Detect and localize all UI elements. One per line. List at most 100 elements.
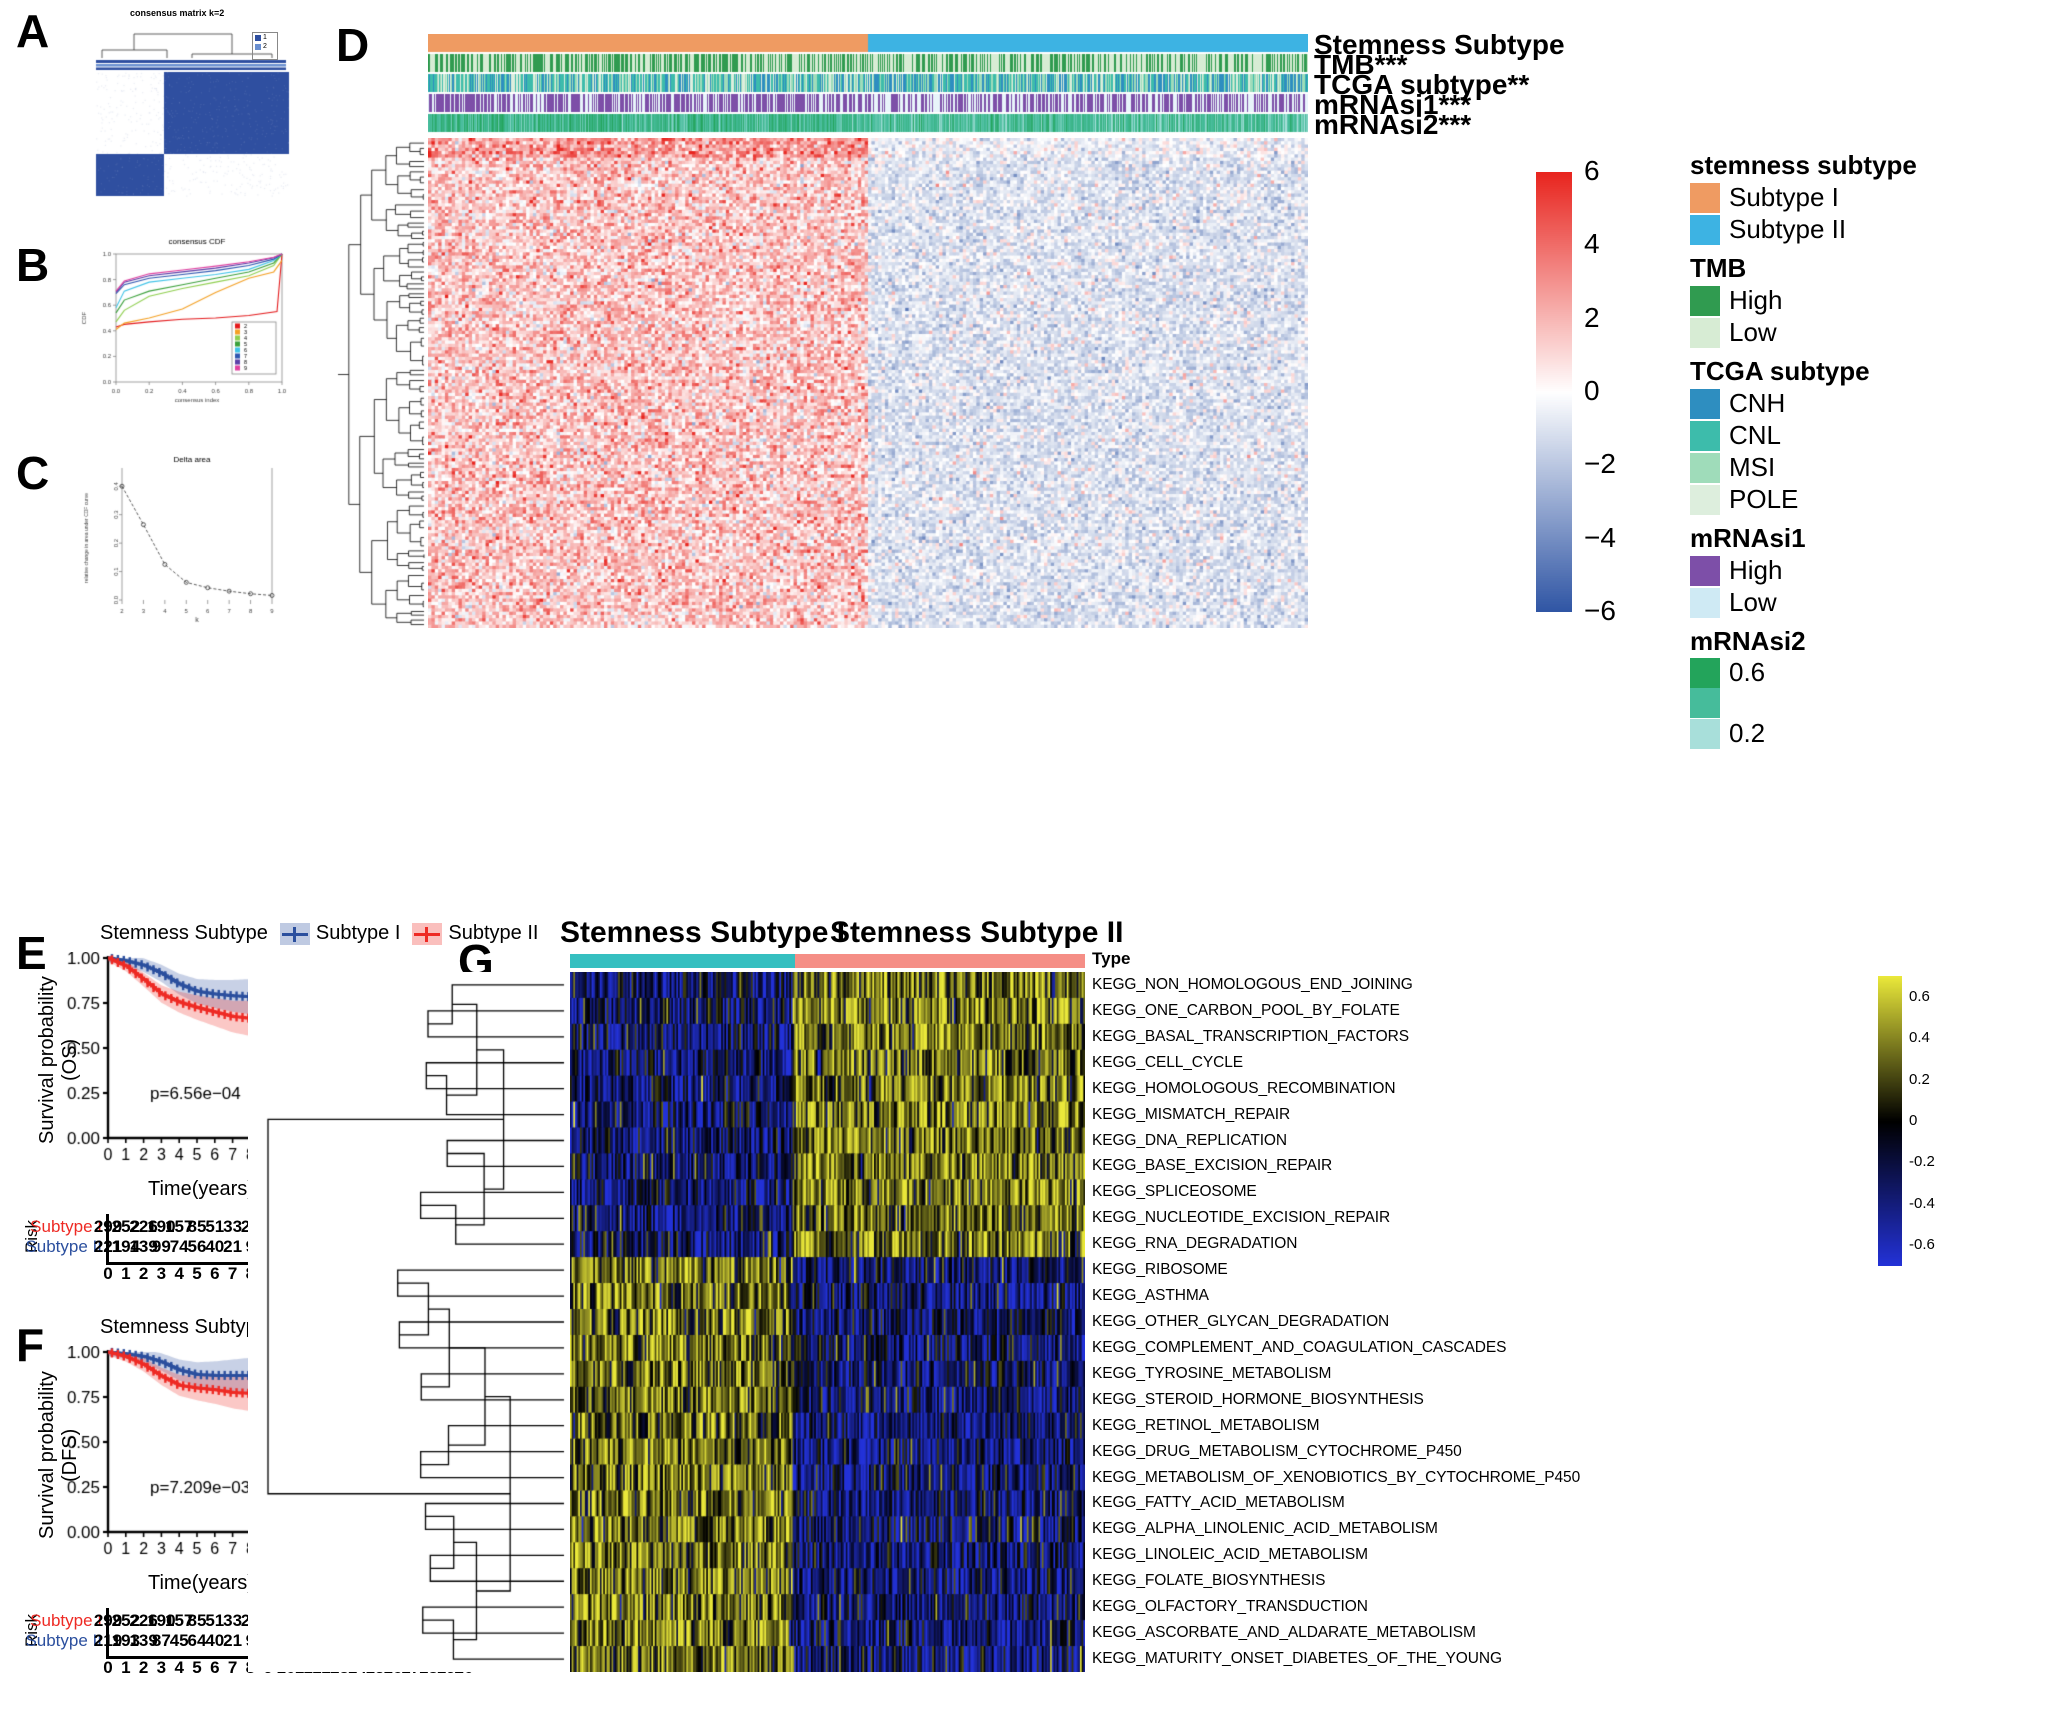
- legend-group-tcga-subtype: TCGA subtype CNH CNL MSI POLE: [1690, 356, 2050, 515]
- km-legend-title: Stemness Subtype: [100, 922, 268, 944]
- legend-label: 2: [263, 43, 267, 50]
- legend-label: 0.6: [1729, 657, 1766, 687]
- legend-label: Low: [1729, 587, 1777, 617]
- panel-g-row-dendrogram: [248, 972, 568, 1672]
- panel-g-heatmap: [570, 972, 1085, 1672]
- legend-item: [1690, 688, 2050, 718]
- panel-g-type-label: Type: [1092, 949, 1131, 968]
- risk-time-tick: 5: [192, 1264, 202, 1283]
- risk-count: 87: [151, 1631, 171, 1650]
- legend-label: Subtype II: [1729, 214, 1847, 244]
- kegg-pathway-label: KEGG_RNA_DEGRADATION: [1092, 1235, 1298, 1253]
- kegg-pathway-label: KEGG_ASCORBATE_AND_ALDARATE_METABOLISM: [1092, 1624, 1476, 1642]
- legend-group-mrnasi2: mRNAsi2 0.6 0.2: [1690, 626, 2050, 749]
- legend-item: 0.6: [1690, 657, 2050, 688]
- legend-swatch: [1690, 718, 1720, 749]
- panel-d-colorbar: [1536, 172, 1572, 612]
- risk-count: 85: [187, 1611, 207, 1630]
- risk-count: 21: [223, 1631, 243, 1650]
- kegg-pathway-label: KEGG_CELL_CYCLE: [1092, 1053, 1243, 1071]
- km-legend-swatch: [279, 922, 310, 945]
- risk-time-tick: 4: [174, 1264, 184, 1283]
- panel-letter-c: C: [16, 447, 50, 499]
- panel-g-colorbar-tick: 0.6: [1909, 987, 1930, 1005]
- risk-time-tick: 1: [121, 1658, 131, 1677]
- legend-label: Subtype I: [1729, 182, 1839, 212]
- risk-count: 85: [187, 1217, 207, 1236]
- kegg-pathway-label: KEGG_DRUG_METABOLISM_CYTOCHROME_P450: [1092, 1442, 1462, 1460]
- colorbar-tick: −6: [1584, 595, 1616, 626]
- legend-swatch: [1690, 214, 1720, 245]
- panel-a-legend: 12: [252, 32, 278, 60]
- panel-g-colorbar-tick: -0.6: [1909, 1236, 1935, 1254]
- panel-d-colorbar-ticks: 6 4 2 0 −2 −4 −6: [1580, 155, 1640, 626]
- kegg-pathway-label: KEGG_NON_HOMOLOGOUS_END_JOINING: [1092, 975, 1413, 993]
- km-legend-label: Subtype I: [315, 922, 401, 944]
- panel-g-group2-bar: [795, 954, 1085, 968]
- legend-item: POLE: [1690, 484, 2050, 515]
- panel-a-legend-item: 1: [253, 33, 277, 42]
- kegg-pathway-label: KEGG_ALPHA_LINOLENIC_ACID_METABOLISM: [1092, 1520, 1438, 1538]
- kegg-pathway-label: KEGG_TYROSINE_METABOLISM: [1092, 1364, 1332, 1382]
- kegg-pathway-label: KEGG_STEROID_HORMONE_BIOSYNTHESIS: [1092, 1390, 1424, 1408]
- risk-row-label: Subtype I: [30, 1611, 102, 1630]
- kegg-pathway-label: KEGG_RIBOSOME: [1092, 1261, 1228, 1279]
- panel-g-colorbar-tick: 0.2: [1909, 1070, 1930, 1088]
- legend-swatch: [1690, 388, 1720, 419]
- legend-group-title: stemness subtype: [1690, 150, 1917, 180]
- panel-letter-d: D: [336, 19, 370, 71]
- legend-swatch: [1690, 555, 1720, 586]
- risk-count: 40: [205, 1631, 225, 1650]
- panel-d-row-dendrogram: [336, 138, 426, 628]
- risk-time-tick: 3: [156, 1658, 167, 1677]
- kegg-pathway-label: KEGG_FATTY_ACID_METABOLISM: [1092, 1494, 1345, 1512]
- consensus-cdf-plot: [72, 232, 302, 417]
- kegg-pathway-label: KEGG_LINOLEIC_ACID_METABOLISM: [1092, 1546, 1368, 1564]
- panel-d-heatmap: [428, 138, 1308, 628]
- panel-f-xlabel: Time(years): [148, 1572, 254, 1594]
- legend-item: CNL: [1690, 420, 2050, 451]
- risk-count: 33: [223, 1611, 243, 1630]
- legend-swatch: [255, 34, 261, 41]
- legend-swatch: [1690, 452, 1720, 483]
- risk-time-tick: 3: [156, 1264, 167, 1283]
- legend-item: Subtype II: [1690, 214, 2050, 245]
- legend-label: Low: [1729, 317, 1777, 347]
- legend-label: 0.2: [1729, 718, 1766, 748]
- kegg-pathway-label: KEGG_DNA_REPLICATION: [1092, 1131, 1287, 1149]
- risk-row-label: Subtype II: [25, 1631, 102, 1650]
- panel-e-ylabel: Survival probability (OS): [36, 976, 81, 1144]
- legend-label: High: [1729, 555, 1783, 585]
- km-legend-swatch: [412, 922, 443, 945]
- colorbar-tick: 6: [1584, 155, 1600, 186]
- delta-area-plot: [72, 448, 302, 638]
- kegg-pathway-label: KEGG_METABOLISM_OF_XENOBIOTICS_BY_CYTOCH…: [1092, 1468, 1581, 1486]
- risk-time-tick: 6: [210, 1264, 220, 1283]
- risk-count: 21: [223, 1237, 243, 1256]
- panel-a-title: consensus matrix k=2: [130, 8, 225, 18]
- legend-swatch: [1690, 182, 1720, 213]
- risk-count: 74: [169, 1237, 189, 1256]
- kegg-pathway-label: KEGG_ONE_CARBON_POOL_BY_FOLATE: [1092, 1001, 1400, 1019]
- panel-g-colorbar-tick: 0.4: [1909, 1029, 1930, 1047]
- kegg-pathway-label: KEGG_OTHER_GLYCAN_DEGRADATION: [1092, 1313, 1390, 1330]
- panel-g-group1-bar: [570, 954, 795, 968]
- legend-group-tmb: TMB High Low: [1690, 253, 2050, 348]
- km-legend-title: Stemness Subtype: [100, 1316, 268, 1338]
- legend-swatch: [255, 43, 261, 50]
- kegg-pathway-label: KEGG_MATURITY_ONSET_DIABETES_OF_THE_YOUN…: [1092, 1650, 1502, 1668]
- legend-group-title: TMB: [1690, 253, 1747, 283]
- legend-label: MSI: [1729, 452, 1776, 482]
- risk-time-tick: 7: [227, 1658, 238, 1677]
- risk-time-tick: 2: [138, 1658, 149, 1677]
- legend-swatch: [1690, 587, 1720, 618]
- legend-label: CNH: [1729, 388, 1786, 418]
- legend-item: CNH: [1690, 388, 2050, 419]
- risk-row-label: Subtype I: [30, 1217, 102, 1236]
- kegg-pathway-label: KEGG_HOMOLOGOUS_RECOMBINATION: [1092, 1079, 1396, 1097]
- panel-g-colorbar-tick: -0.4: [1909, 1194, 1935, 1212]
- risk-count: 51: [205, 1217, 225, 1236]
- risk-count: 33: [223, 1217, 243, 1236]
- legend-item: Low: [1690, 317, 2050, 348]
- legend-item: 0.2: [1690, 718, 2050, 749]
